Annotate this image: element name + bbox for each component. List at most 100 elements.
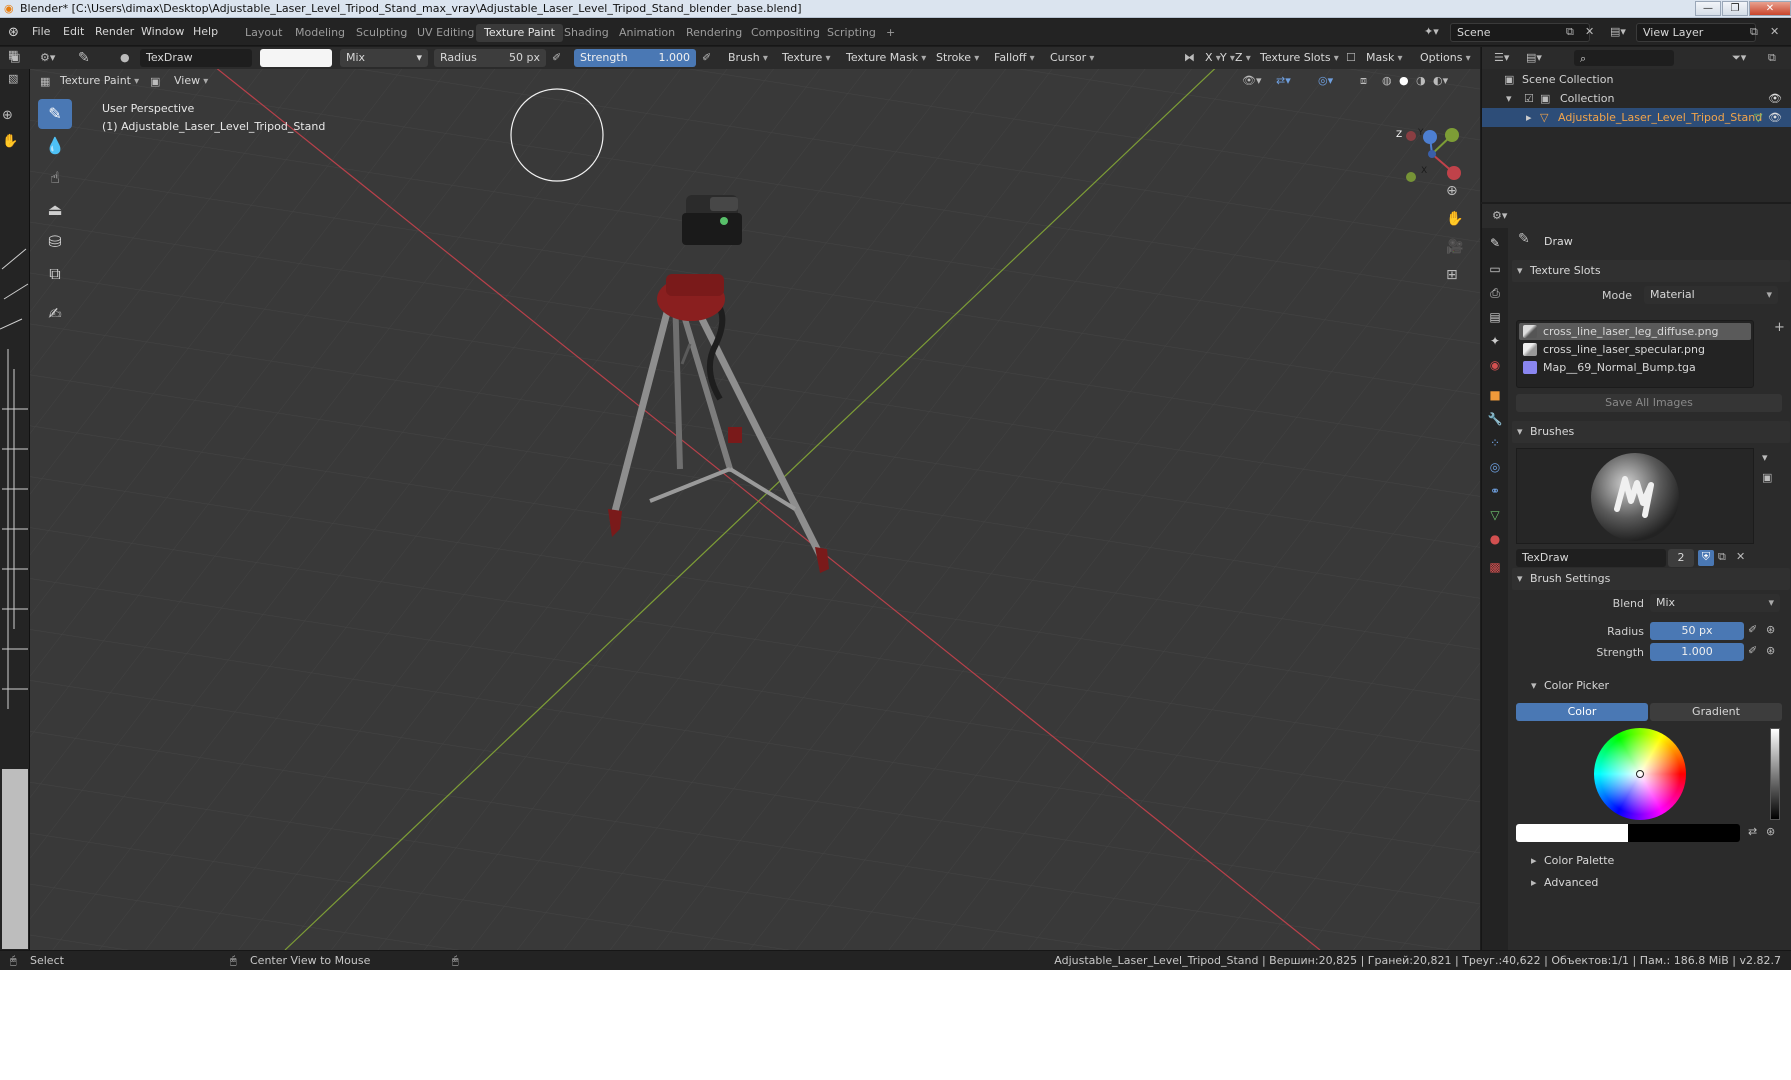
world-tab-icon[interactable]: ◉ [1486, 356, 1504, 374]
texture-tab-icon[interactable]: ▩ [1486, 558, 1504, 576]
filter-icon[interactable]: ⏷▾ [1732, 51, 1746, 65]
properties-editor-icon[interactable]: ⚙▾ [1492, 209, 1507, 222]
color-tab-button[interactable]: Color [1516, 703, 1648, 721]
duplicate-brush-icon[interactable]: ⧉ [1718, 550, 1726, 564]
menu-edit[interactable]: Edit [63, 25, 84, 38]
strength-pressure-icon[interactable]: ✐ [1748, 644, 1757, 657]
delete-view-layer-icon[interactable]: ✕ [1770, 25, 1779, 38]
mask-menu[interactable]: Mask [1362, 49, 1407, 67]
eye-icon[interactable]: 👁 [1768, 89, 1782, 108]
blender-menu-icon[interactable]: ⊛ [8, 25, 19, 40]
display-mode-icon[interactable]: ▤▾ [1526, 51, 1542, 64]
texture-slot-item[interactable]: cross_line_laser_specular.png [1519, 341, 1751, 358]
new-scene-icon[interactable]: ⧉ [1566, 25, 1574, 39]
xray-toggle-icon[interactable]: ⧈ [1360, 74, 1367, 88]
zoom-icon[interactable]: ⊕ [1446, 183, 1458, 199]
outliner-row-collection[interactable]: ▾ ☑ ▣ Collection 👁 [1482, 89, 1791, 108]
strength-unit-icon[interactable]: ⊛ [1766, 644, 1775, 657]
secondary-color-swatch[interactable] [1628, 824, 1740, 842]
gizmo-toggle-icon[interactable]: ⇄▾ [1276, 74, 1291, 87]
material-tab-icon[interactable]: ● [1486, 530, 1504, 548]
constraints-tab-icon[interactable]: ⚭ [1486, 482, 1504, 500]
maximize-button[interactable]: ❐ [1722, 1, 1748, 16]
camera-view-icon[interactable]: 🎥 [1446, 239, 1463, 255]
object-tab-icon[interactable]: ■ [1486, 386, 1504, 404]
menu-file[interactable]: File [32, 25, 50, 38]
texture-slot-item[interactable]: Map__69_Normal_Bump.tga [1519, 359, 1751, 376]
collection-checkbox[interactable]: ☑ [1524, 89, 1534, 108]
mask-tool-button[interactable]: ⧉ [38, 259, 72, 289]
outliner-row-object[interactable]: ▸ ▽ Adjustable_Laser_Level_Tripod_Stand … [1482, 108, 1791, 127]
fill-tool-button[interactable]: ⛁ [38, 227, 72, 257]
brush-users-count[interactable]: 2 [1668, 549, 1694, 567]
modifier-tab-icon[interactable]: 🔧 [1486, 410, 1504, 428]
color-palette-panel-header[interactable]: Color Palette [1526, 850, 1790, 872]
view-layer-field[interactable]: View Layer [1636, 23, 1756, 42]
tab-compositing[interactable]: Compositing [743, 24, 828, 42]
view-layer-icon[interactable]: ▤▾ [1610, 25, 1626, 38]
brush-list-dropdown-icon[interactable]: ▾ [1762, 451, 1768, 464]
annotate-tool-button[interactable]: ✍ [38, 299, 72, 329]
render-tab-icon[interactable]: ▭ [1486, 260, 1504, 278]
value-slider[interactable] [1770, 728, 1780, 820]
strength-field[interactable]: Strength 1.000 [574, 49, 696, 67]
side-editor-mode-icon[interactable]: ▧ [8, 72, 18, 85]
texture-mask-menu[interactable]: Texture Mask [842, 49, 930, 67]
minimize-button[interactable]: — [1695, 1, 1721, 16]
new-view-layer-icon[interactable]: ⧉ [1750, 25, 1758, 39]
outliner-search-field[interactable]: ⌕ [1574, 50, 1674, 66]
side-zoom-icon[interactable]: ⊕ [2, 108, 13, 123]
expand-arrow-icon[interactable]: ▾ [1506, 89, 1512, 108]
swap-colors-icon[interactable]: ⇄ [1748, 825, 1757, 838]
save-all-images-button[interactable]: Save All Images [1516, 394, 1782, 412]
advanced-panel-header[interactable]: Advanced [1526, 872, 1790, 894]
eye-icon[interactable]: 👁 [1768, 108, 1782, 127]
wireframe-shading-icon[interactable]: ◍ [1382, 74, 1392, 87]
outliner-row-scene-collection[interactable]: ▣ Scene Collection [1482, 70, 1791, 89]
strength-slider[interactable]: 1.000 [1650, 643, 1744, 661]
blend-mode-dropdown[interactable]: Mix ▾ [340, 49, 428, 67]
radius-slider[interactable]: 50 px [1650, 622, 1744, 640]
smear-tool-button[interactable]: ☝ [38, 163, 72, 193]
tool-tab-icon[interactable]: ✎ [1486, 234, 1504, 252]
rendered-shading-icon[interactable]: ◐▾ [1433, 74, 1448, 87]
soften-tool-button[interactable]: 💧 [38, 131, 72, 161]
color-picker-panel-header[interactable]: Color Picker [1526, 675, 1790, 697]
draw-tool-button[interactable]: ✎ [38, 99, 72, 129]
brush-menu[interactable]: Brush [724, 49, 772, 67]
tab-shading[interactable]: Shading [556, 24, 617, 42]
view-layer-tab-icon[interactable]: ▤ [1486, 308, 1504, 326]
symmetry-icon[interactable]: ⧓ [1184, 51, 1195, 64]
tab-rendering[interactable]: Rendering [678, 24, 750, 42]
fake-user-icon[interactable]: ⛨ [1698, 550, 1714, 566]
brush-preview-box[interactable] [1516, 448, 1754, 544]
brush-preview-toggle-icon[interactable]: ▣ [1762, 471, 1772, 484]
radius-pressure-icon[interactable]: ✐ [1748, 623, 1757, 636]
scene-tab-icon[interactable]: ✦ [1486, 332, 1504, 350]
delete-scene-icon[interactable]: ✕ [1585, 25, 1594, 38]
material-shading-icon[interactable]: ◑ [1416, 74, 1426, 87]
unlink-brush-icon[interactable]: ✕ [1736, 550, 1745, 563]
menu-help[interactable]: Help [193, 25, 218, 38]
expand-arrow-icon[interactable]: ▸ [1526, 108, 1532, 127]
brush-settings-panel-header[interactable]: Brush Settings [1512, 568, 1790, 590]
overlay-toggle-icon[interactable]: ◎▾ [1318, 74, 1333, 87]
texture-slots-panel-header[interactable]: Texture Slots [1512, 260, 1790, 282]
tab-scripting[interactable]: Scripting [819, 24, 884, 42]
add-slot-icon[interactable]: + [1774, 320, 1785, 335]
solid-shading-icon[interactable]: ● [1399, 74, 1409, 87]
visibility-icon[interactable]: 👁▾ [1242, 74, 1262, 87]
ortho-toggle-icon[interactable]: ⊞ [1446, 267, 1458, 283]
close-button[interactable]: ✕ [1749, 1, 1791, 16]
side-editor-type-icon[interactable]: ▦ [8, 48, 18, 61]
tab-uv-editing[interactable]: UV Editing [409, 24, 482, 42]
blend-dropdown[interactable]: Mix [1650, 594, 1780, 612]
texture-slot-item[interactable]: cross_line_laser_leg_diffuse.png [1519, 323, 1751, 340]
data-tab-icon[interactable]: ▽ [1486, 506, 1504, 524]
tool-icon[interactable]: ⚙▾ [40, 51, 55, 64]
tab-animation[interactable]: Animation [611, 24, 683, 42]
add-workspace-button[interactable]: + [878, 24, 903, 42]
options-menu[interactable]: Options [1416, 49, 1475, 67]
color-wheel-cursor[interactable] [1636, 770, 1644, 778]
strength-pressure-icon[interactable]: ✐ [702, 51, 711, 64]
